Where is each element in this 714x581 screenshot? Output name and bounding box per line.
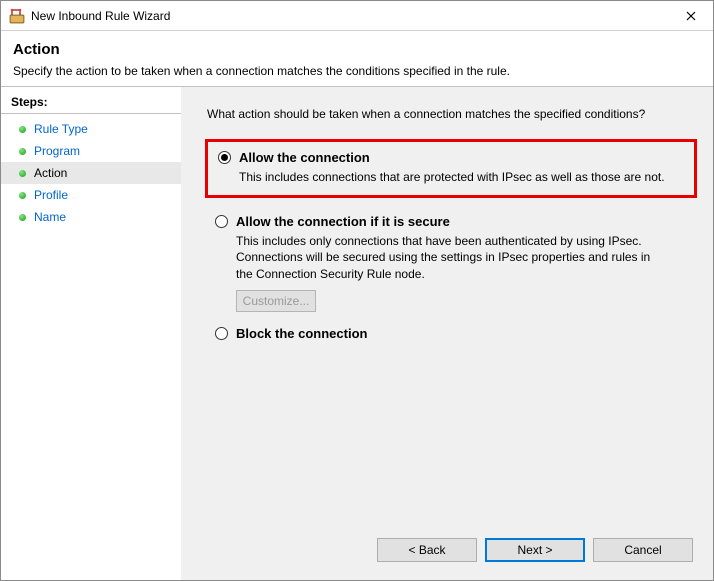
page-title: Action — [13, 41, 701, 58]
bullet-icon — [19, 214, 26, 221]
window-title: New Inbound Rule Wizard — [31, 9, 668, 23]
highlighted-option: Allow the connection This includes conne… — [205, 139, 697, 198]
step-rule-type[interactable]: Rule Type — [1, 118, 181, 140]
step-link[interactable]: Program — [34, 144, 80, 158]
option-allow[interactable]: Allow the connection — [218, 150, 684, 165]
app-icon — [9, 8, 25, 24]
radio-icon[interactable] — [218, 151, 231, 164]
bullet-icon — [19, 148, 26, 155]
steps-label: Steps: — [1, 95, 181, 114]
step-program[interactable]: Program — [1, 140, 181, 162]
close-icon — [686, 11, 696, 21]
bullet-icon — [19, 192, 26, 199]
next-button[interactable]: Next > — [485, 538, 585, 562]
option-label: Block the connection — [236, 326, 367, 341]
steps-sidebar: Steps: Rule Type Program Action Profile … — [1, 87, 181, 580]
step-link[interactable]: Rule Type — [34, 122, 88, 136]
page-subtitle: Specify the action to be taken when a co… — [13, 64, 701, 78]
step-name[interactable]: Name — [1, 206, 181, 228]
customize-button: Customize... — [236, 290, 316, 312]
wizard-window: New Inbound Rule Wizard Action Specify t… — [0, 0, 714, 581]
bullet-icon — [19, 170, 26, 177]
step-action[interactable]: Action — [1, 162, 181, 184]
bullet-icon — [19, 126, 26, 133]
cancel-button[interactable]: Cancel — [593, 538, 693, 562]
question-text: What action should be taken when a conne… — [197, 107, 697, 139]
step-label: Action — [34, 166, 67, 180]
back-button[interactable]: < Back — [377, 538, 477, 562]
main-panel: What action should be taken when a conne… — [181, 87, 713, 580]
radio-icon[interactable] — [215, 327, 228, 340]
step-link[interactable]: Name — [34, 210, 66, 224]
option-label: Allow the connection if it is secure — [236, 214, 450, 229]
header: Action Specify the action to be taken wh… — [1, 31, 713, 86]
footer-buttons: < Back Next > Cancel — [197, 528, 697, 570]
option-label: Allow the connection — [239, 150, 370, 165]
option-desc: This includes only connections that have… — [236, 233, 666, 282]
close-button[interactable] — [668, 1, 713, 31]
option-allow-secure[interactable]: Allow the connection if it is secure Thi… — [205, 208, 697, 320]
option-block[interactable]: Block the connection — [205, 320, 697, 349]
titlebar: New Inbound Rule Wizard — [1, 1, 713, 31]
body: Steps: Rule Type Program Action Profile … — [1, 87, 713, 580]
step-link[interactable]: Profile — [34, 188, 68, 202]
option-desc: This includes connections that are prote… — [239, 169, 669, 185]
radio-icon[interactable] — [215, 215, 228, 228]
step-profile[interactable]: Profile — [1, 184, 181, 206]
action-radio-group: Allow the connection This includes conne… — [205, 139, 697, 349]
